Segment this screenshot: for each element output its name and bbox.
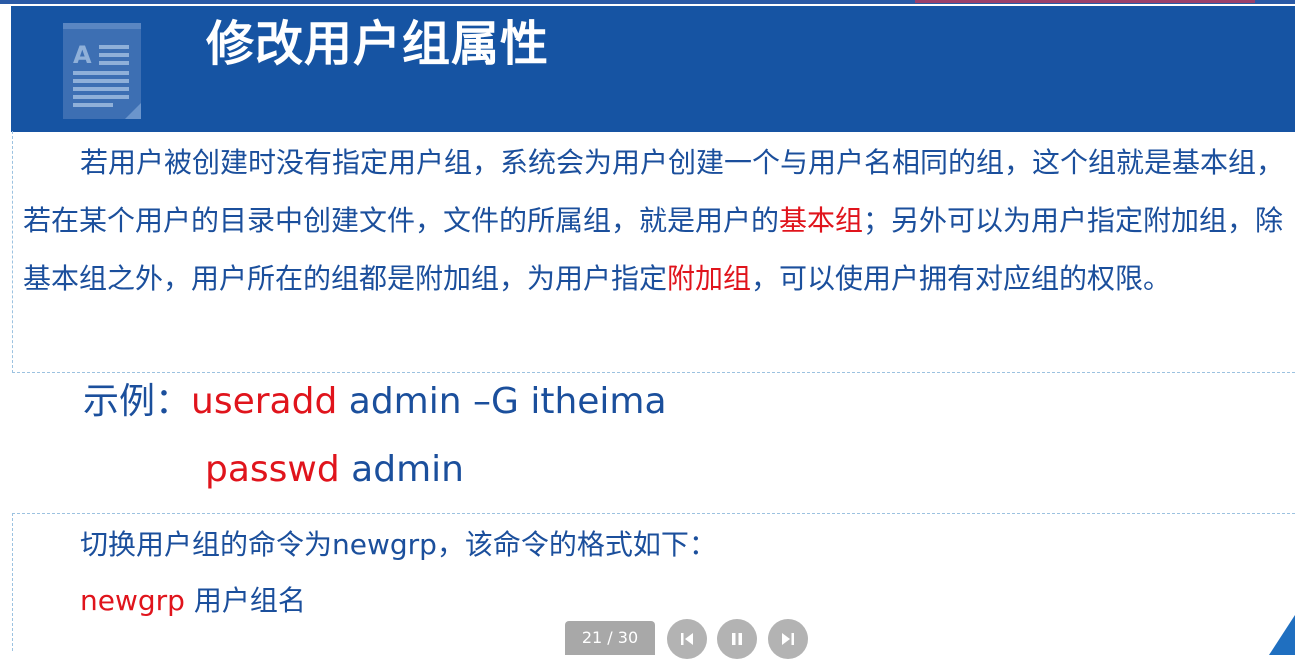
- highlight-supplementary-group: 附加组: [667, 262, 752, 295]
- slide-header: A 修改用户组属性: [11, 6, 1295, 132]
- useradd-args: admin –G itheima: [337, 381, 667, 422]
- top-accent-bar: [0, 0, 1295, 4]
- document-icon: A: [63, 23, 141, 119]
- example-line-1: 示例：useradd admin –G itheima: [83, 380, 667, 424]
- skip-previous-icon: [681, 633, 693, 645]
- newgrp-description: 切换用户组的命令为newgrp，该命令的格式如下：: [80, 528, 717, 561]
- pause-icon: [732, 633, 742, 645]
- example-label: 示例：: [83, 381, 192, 422]
- next-slide-button[interactable]: [768, 619, 808, 659]
- pause-button[interactable]: [717, 619, 757, 659]
- newgrp-keyword: newgrp: [80, 584, 185, 617]
- paragraph-text-3: ，可以使用户拥有对应组的权限。: [751, 262, 1172, 295]
- passwd-keyword: passwd: [205, 449, 340, 490]
- skip-next-icon: [782, 633, 794, 645]
- corner-decoration: [1269, 615, 1295, 655]
- slide-counter: 21 / 30: [565, 621, 655, 655]
- newgrp-format: newgrp 用户组名: [80, 581, 306, 621]
- useradd-keyword: useradd: [191, 381, 338, 422]
- example-line-2: passwd admin: [205, 448, 464, 492]
- description-paragraph: 若用户被创建时没有指定用户组，系统会为用户创建一个与用户名相同的组，这个组就是基…: [23, 134, 1288, 308]
- svg-text:A: A: [73, 41, 92, 69]
- slide-title: 修改用户组属性: [206, 16, 550, 72]
- passwd-args: admin: [339, 449, 464, 490]
- newgrp-argument: 用户组名: [184, 584, 306, 617]
- highlight-basic-group: 基本组: [779, 204, 864, 237]
- previous-slide-button[interactable]: [667, 619, 707, 659]
